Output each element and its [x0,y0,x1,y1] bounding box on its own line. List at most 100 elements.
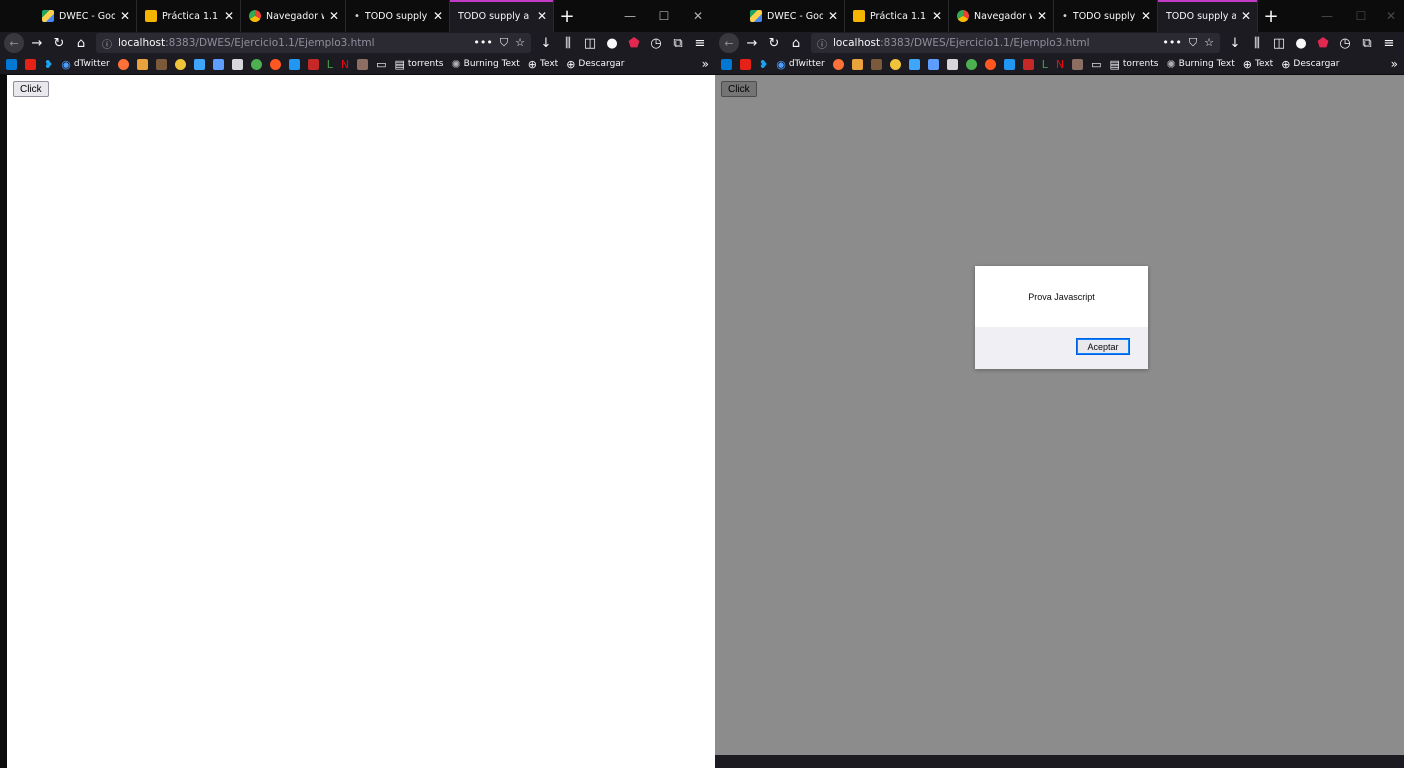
chevron-more-icon[interactable]: » [1391,57,1398,71]
bookmark-icon-f[interactable] [927,58,939,70]
library-icon[interactable]: ⫼ [557,33,579,53]
bookmark-youtube[interactable] [25,58,36,70]
close-tab-icon[interactable]: ✕ [433,10,443,22]
click-button[interactable]: Click [13,81,49,97]
minimize-icon[interactable]: — [1310,9,1344,23]
pocket-icon[interactable]: ⛉ [500,36,508,50]
bookmark-icon-g[interactable] [946,58,958,70]
bookmark-icon-b[interactable] [851,58,863,70]
bookmark-text[interactable]: ⊕ Text [528,58,558,71]
close-tab-icon[interactable]: ✕ [828,10,838,22]
bookmark-icon-f[interactable] [212,58,224,70]
maximize-icon[interactable]: ☐ [1344,9,1378,23]
account-icon[interactable]: ● [601,33,623,53]
bookmark-icon-m[interactable]: N [1056,58,1064,71]
maximize-icon[interactable]: ☐ [647,9,681,23]
tab-dwec[interactable]: DWEC - Googl ✕ [34,0,137,32]
close-window-icon[interactable]: ✕ [1378,9,1404,23]
bookmark-icon-m[interactable]: N [341,58,349,71]
bookmark-outlook[interactable] [6,58,17,70]
bookmark-text[interactable]: ⊕ Text [1243,58,1273,71]
chevron-more-icon[interactable]: » [702,57,709,71]
bookmark-icon-b[interactable] [136,58,148,70]
bookmark-icon-d[interactable] [889,58,901,70]
bookmark-icon-h[interactable] [250,58,262,70]
new-tab-button[interactable]: + [554,0,580,32]
bookmark-icon-i[interactable] [269,58,281,70]
bookmark-icon-c[interactable] [870,58,882,70]
bookmark-icon-l[interactable]: L [327,58,333,71]
bookmark-icon-k[interactable] [307,58,319,70]
tab-todo-active[interactable]: TODO supply a title ✕ [450,0,554,32]
bookmark-icon-o[interactable]: ▭ [1091,58,1101,71]
bookmark-icon-a[interactable] [832,58,844,70]
sidebar-icon[interactable]: ◫ [1268,33,1290,53]
bookmark-icon-j[interactable] [1003,58,1015,70]
close-tab-icon[interactable]: ✕ [1241,10,1251,22]
bookmark-icon-n[interactable] [1072,58,1084,70]
back-button[interactable]: ← [4,33,24,53]
home-button[interactable]: ⌂ [785,33,807,53]
download-icon[interactable]: ↓ [535,33,557,53]
info-icon[interactable]: ⓘ [102,36,112,51]
bookmark-icon-e[interactable] [193,58,205,70]
reload-button[interactable]: ↻ [48,33,70,53]
pocket-icon[interactable]: ⛉ [1189,36,1197,50]
bookmark-burning-text[interactable]: ✺ Burning Text [451,58,519,71]
tab-todo-1[interactable]: • TODO supply a ✕ [1054,0,1158,32]
bookmark-star-icon[interactable]: ☆ [515,36,525,50]
bookmark-icon-a[interactable] [117,58,129,70]
close-tab-icon[interactable]: ✕ [120,10,130,22]
bookmark-dtwitter[interactable]: ◉ dTwitter [776,58,825,71]
menu-icon[interactable]: ≡ [1378,33,1400,53]
bookmark-outlook[interactable] [721,58,732,70]
forward-button[interactable]: → [741,33,763,53]
bookmark-icon-e[interactable] [908,58,920,70]
bookmark-icon-h[interactable] [965,58,977,70]
bookmark-torrents[interactable]: ▤ torrents [395,58,444,71]
tab-dwec[interactable]: DWEC - Googl ✕ [742,0,845,32]
close-tab-icon[interactable]: ✕ [224,10,234,22]
library-icon[interactable]: ⫼ [1246,33,1268,53]
minimize-icon[interactable]: — [613,9,647,23]
info-icon[interactable]: ⓘ [817,36,827,51]
reload-button[interactable]: ↻ [763,33,785,53]
bookmark-icon-i[interactable] [984,58,996,70]
bookmark-icon-d[interactable] [174,58,186,70]
tab-navegador[interactable]: Navegador wel ✕ [949,0,1054,32]
bookmark-dtwitter[interactable]: ◉ dTwitter [61,58,110,71]
bookmark-icon-g[interactable] [231,58,243,70]
tab-navegador[interactable]: Navegador wel ✕ [241,0,346,32]
bookmark-icon-j[interactable] [288,58,300,70]
download-icon[interactable]: ↓ [1224,33,1246,53]
url-bar[interactable]: ⓘ localhost:8383/DWES/Ejercicio1.1/Ejemp… [96,33,531,53]
ublock-icon[interactable]: ⬟ [623,33,645,53]
tab-practica[interactable]: Práctica 1.1 - P ✕ [137,0,241,32]
bookmark-burning-text[interactable]: ✺ Burning Text [1166,58,1234,71]
close-tab-icon[interactable]: ✕ [932,10,942,22]
accept-button[interactable]: Aceptar [1076,338,1130,355]
url-bar[interactable]: ⓘ localhost:8383/DWES/Ejercicio1.1/Ejemp… [811,33,1220,53]
bookmark-icon-n[interactable] [357,58,369,70]
back-button[interactable]: ← [719,33,739,53]
new-tab-button[interactable]: + [1258,0,1284,32]
clock-icon[interactable]: ◷ [1334,33,1356,53]
bookmark-torrents[interactable]: ▤ torrents [1110,58,1159,71]
screenshot-icon[interactable]: ⧉ [667,33,689,53]
forward-button[interactable]: → [26,33,48,53]
bookmark-icon-k[interactable] [1022,58,1034,70]
bookmark-twitter-bird[interactable]: ❥ [44,58,53,71]
ublock-icon[interactable]: ⬟ [1312,33,1334,53]
close-tab-icon[interactable]: ✕ [1037,10,1047,22]
bookmark-descargar[interactable]: ⊕ Descargar [566,58,624,71]
bookmark-star-icon[interactable]: ☆ [1204,36,1214,50]
clock-icon[interactable]: ◷ [645,33,667,53]
close-tab-icon[interactable]: ✕ [537,10,547,22]
tab-todo-1[interactable]: • TODO supply a ✕ [346,0,450,32]
sidebar-icon[interactable]: ◫ [579,33,601,53]
close-window-icon[interactable]: ✕ [681,9,715,23]
close-tab-icon[interactable]: ✕ [1141,10,1151,22]
url-text[interactable]: localhost:8383/DWES/Ejercicio1.1/Ejemplo… [833,37,1090,49]
bookmark-descargar[interactable]: ⊕ Descargar [1281,58,1339,71]
bookmark-icon-c[interactable] [155,58,167,70]
